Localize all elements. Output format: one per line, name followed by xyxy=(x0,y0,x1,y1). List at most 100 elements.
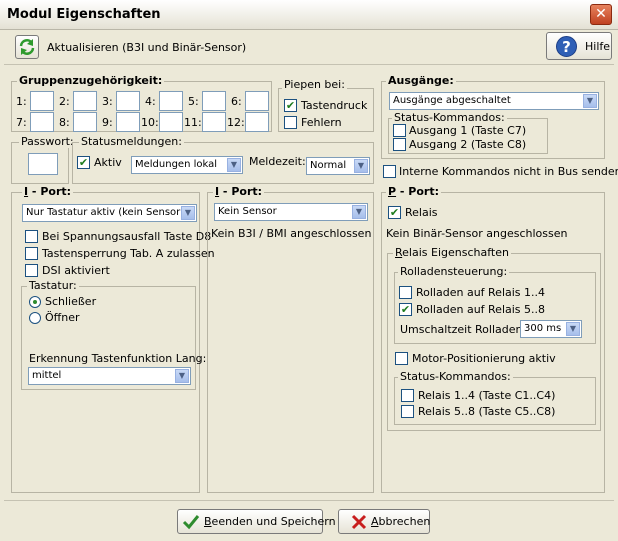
gruppe-label-10: 10: xyxy=(141,116,159,129)
ausgang2-checkbox[interactable] xyxy=(393,138,406,151)
help-button[interactable]: ? Hilfe xyxy=(546,32,612,60)
gruppe-label-11: 11: xyxy=(184,116,202,129)
chevron-down-icon[interactable]: ▼ xyxy=(181,206,195,220)
iport1-select[interactable]: Nur Tastatur aktiv (kein Sensor) ▼ xyxy=(22,204,197,222)
gruppe-field-3[interactable] xyxy=(116,91,140,111)
aktiv-checkbox[interactable]: ✔ xyxy=(77,156,90,169)
meldezeit-label: Meldezeit: xyxy=(249,155,306,168)
relais14-checkbox[interactable] xyxy=(401,389,414,402)
relais-checkbox[interactable]: ✔ xyxy=(388,206,401,219)
tastensperrung-checkbox[interactable] xyxy=(25,247,38,260)
tastendruck-checkbox[interactable]: ✔ xyxy=(284,99,297,112)
ausgang1-checkbox[interactable] xyxy=(393,124,406,137)
refresh-label: Aktualisieren (B3I und Binär-Sensor) xyxy=(47,41,247,54)
fehlern-label: Fehlern xyxy=(301,116,342,129)
intern-checkbox[interactable] xyxy=(383,165,396,178)
save-label: Beenden und Speichern xyxy=(204,515,336,528)
relais-eigenschaften-rest: elais Eigenschaften xyxy=(402,246,509,259)
motor-checkbox[interactable] xyxy=(395,352,408,365)
oeffner-radio[interactable] xyxy=(29,312,41,324)
meldezeit-select-value: Normal xyxy=(310,160,347,171)
iport1-select-value: Nur Tastatur aktiv (kein Sensor) xyxy=(26,207,185,218)
roll58-label: Rolladen auf Relais 5..8 xyxy=(416,303,546,316)
rolladen-title: Rolladensteuerung: xyxy=(398,265,510,278)
gruppe-label-9: 9: xyxy=(102,116,113,129)
erkennung-label: Erkennung Tastenfunktion Lang: xyxy=(29,352,207,365)
fehlern-checkbox[interactable] xyxy=(284,116,297,129)
oeffner-label: Öffner xyxy=(45,311,80,324)
meldezeit-select[interactable]: Normal ▼ xyxy=(306,157,370,175)
close-button[interactable]: ✕ xyxy=(590,4,612,25)
cancel-label: Abbrechen xyxy=(371,515,430,528)
gruppe-field-10[interactable] xyxy=(159,112,183,132)
tastensperrung-label: Tastensperrung Tab. A zulassen xyxy=(42,247,215,260)
gruppe-field-2[interactable] xyxy=(73,91,97,111)
pport-title-letter: P xyxy=(388,185,397,198)
umschaltzeit-select[interactable]: 300 ms ▼ xyxy=(520,320,582,338)
umschaltzeit-select-value: 300 ms xyxy=(524,323,562,334)
ausgang2-label: Ausgang 2 (Taste C8) xyxy=(409,138,527,151)
motor-label: Motor-Positionierung aktiv xyxy=(412,352,556,365)
relais58-checkbox[interactable] xyxy=(401,405,414,418)
chevron-down-icon[interactable]: ▼ xyxy=(175,369,189,383)
gruppe-label-4: 4: xyxy=(145,95,156,108)
schliesser-label: Schließer xyxy=(45,295,97,308)
gruppe-field-11[interactable] xyxy=(202,112,226,132)
gruppe-label-12: 12: xyxy=(227,116,245,129)
gruppe-field-4[interactable] xyxy=(159,91,183,111)
iport2-info: Kein B3I / BMI angeschlossen xyxy=(211,227,372,240)
chevron-down-icon[interactable]: ▼ xyxy=(352,205,366,219)
cancel-label-rest: bbrechen xyxy=(378,515,431,528)
pport-title-rest: - Port: xyxy=(396,185,439,198)
save-label-letter: B xyxy=(204,515,212,528)
ausgaenge-select[interactable]: Ausgänge abgeschaltet ▼ xyxy=(389,92,599,110)
cancel-button[interactable]: Abbrechen xyxy=(338,509,430,534)
iport2-select[interactable]: Kein Sensor ▼ xyxy=(214,203,368,221)
ausgang1-label: Ausgang 1 (Taste C7) xyxy=(409,124,527,137)
tastatur-title: Tastatur: xyxy=(27,279,79,292)
iport1-title: I - Port: xyxy=(22,185,74,198)
gruppe-field-8[interactable] xyxy=(73,112,97,132)
gruppe-label-1: 1: xyxy=(16,95,27,108)
pport-info: Kein Binär-Sensor angeschlossen xyxy=(386,227,568,240)
roll14-label: Rolladen auf Relais 1..4 xyxy=(416,286,546,299)
spannungsausfall-checkbox[interactable] xyxy=(25,230,38,243)
relais14-label: Relais 1..4 (Taste C1..C4) xyxy=(418,389,556,402)
help-label: Hilfe xyxy=(585,40,611,53)
ausgaenge-status-title: Status-Kommandos: xyxy=(392,111,507,124)
umschaltzeit-label: Umschaltzeit Rolladen: xyxy=(400,323,527,336)
gruppe-label-6: 6: xyxy=(231,95,242,108)
gruppe-field-12[interactable] xyxy=(245,112,269,132)
piepen-title: Piepen bei: xyxy=(282,78,347,91)
save-button[interactable]: Beenden und Speichern xyxy=(177,509,336,534)
iport1-title-rest: - Port: xyxy=(28,185,72,198)
gruppe-field-1[interactable] xyxy=(30,91,54,111)
iport2-title: I - Port: xyxy=(213,185,265,198)
erkennung-select[interactable]: mittel ▼ xyxy=(28,367,191,385)
gruppe-label-2: 2: xyxy=(59,95,70,108)
refresh-button[interactable] xyxy=(15,35,39,59)
gruppe-label-5: 5: xyxy=(188,95,199,108)
passwort-field[interactable] xyxy=(28,153,58,175)
dsi-checkbox[interactable] xyxy=(25,264,38,277)
passwort-title: Passwort: xyxy=(19,135,76,148)
meldungen-select[interactable]: Meldungen lokal ▼ xyxy=(131,156,243,174)
checkmark-icon xyxy=(182,515,200,530)
schliesser-radio[interactable] xyxy=(29,296,41,308)
footer-divider xyxy=(4,500,614,501)
roll14-checkbox[interactable] xyxy=(399,286,412,299)
chevron-down-icon[interactable]: ▼ xyxy=(583,94,597,108)
roll58-checkbox[interactable]: ✔ xyxy=(399,303,412,316)
gruppe-field-9[interactable] xyxy=(116,112,140,132)
chevron-down-icon[interactable]: ▼ xyxy=(227,158,241,172)
gruppe-field-5[interactable] xyxy=(202,91,226,111)
gruppen-title: Gruppenzugehörigkeit: xyxy=(17,74,165,87)
refresh-icon xyxy=(19,39,35,55)
meldungen-select-value: Meldungen lokal xyxy=(135,159,218,170)
gruppe-field-6[interactable] xyxy=(245,91,269,111)
chevron-down-icon[interactable]: ▼ xyxy=(566,322,580,336)
iport2-select-value: Kein Sensor xyxy=(218,206,277,217)
chevron-down-icon[interactable]: ▼ xyxy=(354,159,368,173)
gruppe-field-7[interactable] xyxy=(30,112,54,132)
help-icon: ? xyxy=(556,36,577,57)
